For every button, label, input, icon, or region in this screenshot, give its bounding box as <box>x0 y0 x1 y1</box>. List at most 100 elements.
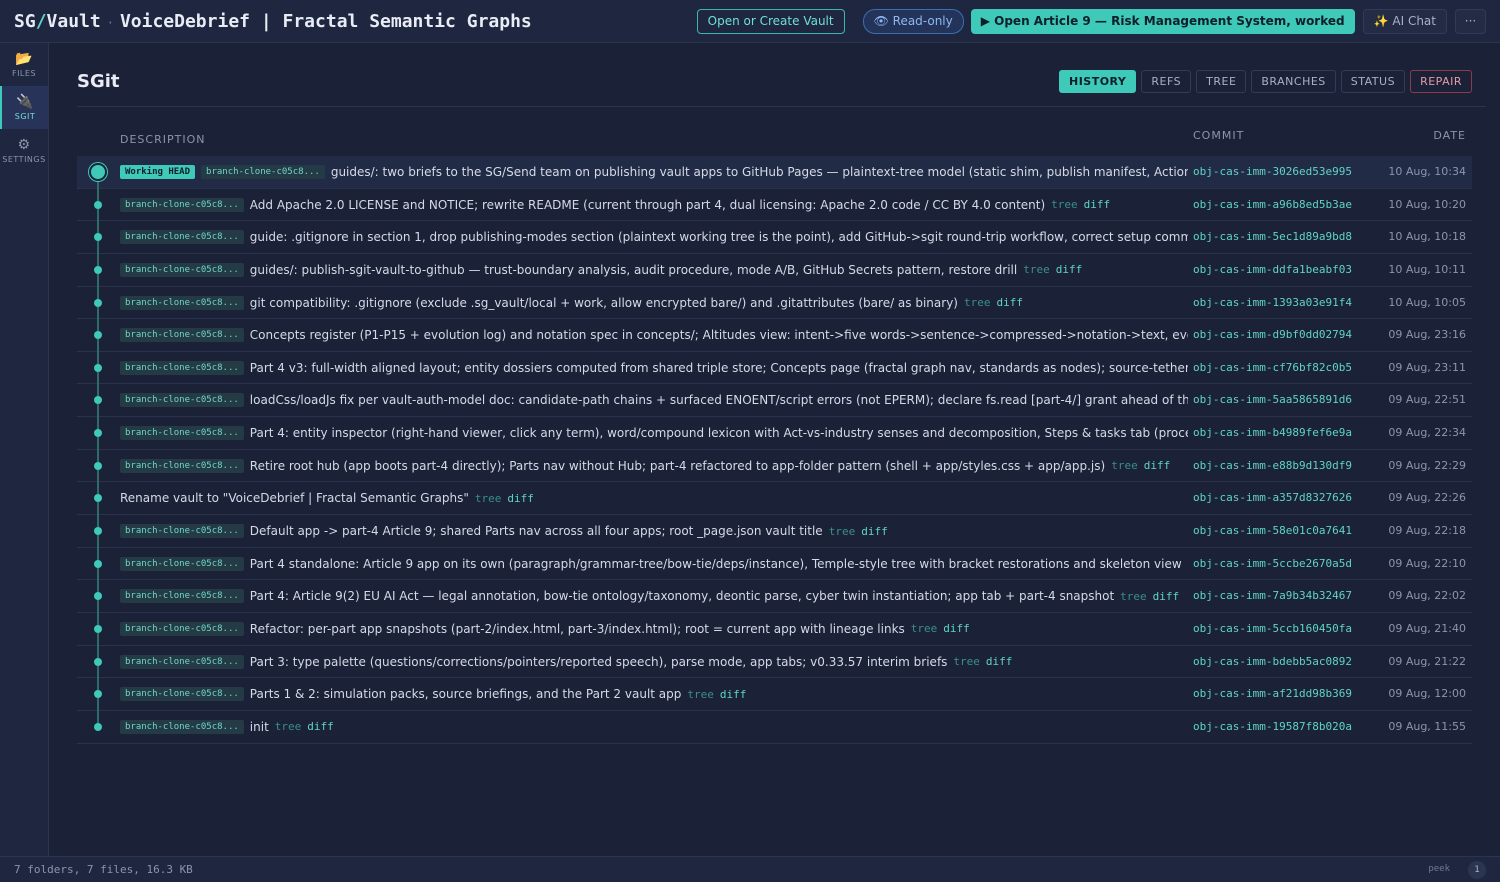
branch-badge[interactable]: branch-clone-c05c8... <box>120 654 244 669</box>
branch-badge[interactable]: branch-clone-c05c8... <box>120 719 244 734</box>
commit-date: 10 Aug, 10:11 <box>1388 262 1466 276</box>
tab-tree[interactable]: TREE <box>1196 70 1247 93</box>
tree-link[interactable]: tree <box>475 492 502 505</box>
commit-hash-link[interactable]: obj-cas-imm-3026ed53e995 <box>1193 165 1352 178</box>
peek-label[interactable]: peek <box>1428 864 1450 874</box>
tree-link[interactable]: tree <box>911 622 938 635</box>
branch-badge[interactable]: branch-clone-c05c8... <box>120 328 244 343</box>
sidebar-item-files[interactable]: 📂 FILES <box>0 43 48 86</box>
table-row[interactable]: branch-clone-c05c8... Parts 1 & 2: simula… <box>77 678 1472 712</box>
branch-badge[interactable]: branch-clone-c05c8... <box>120 458 244 473</box>
diff-link[interactable]: diff <box>986 655 1013 668</box>
table-row[interactable]: branch-clone-c05c8... loadCss/loadJs fix … <box>77 384 1472 418</box>
tree-link[interactable]: tree <box>1023 263 1050 276</box>
table-row[interactable]: Working HEAD branch-clone-c05c8... guides/… <box>77 156 1472 189</box>
notification-count-badge[interactable]: 1 <box>1468 861 1486 879</box>
table-row[interactable]: branch-clone-c05c8... Add Apache 2.0 LICE… <box>77 188 1472 222</box>
branch-badge[interactable]: branch-clone-c05c8... <box>120 426 244 441</box>
table-row[interactable]: branch-clone-c05c8... init tree diff obj-cas… <box>77 710 1472 744</box>
branch-badge[interactable]: branch-clone-c05c8... <box>120 556 244 571</box>
diff-link[interactable]: diff <box>307 720 334 733</box>
table-row[interactable]: branch-clone-c05c8... guides/: publish-sg… <box>77 253 1472 287</box>
more-menu-button[interactable]: ··· <box>1455 8 1486 34</box>
ai-chat-button[interactable]: ✨ AI Chat <box>1362 8 1447 34</box>
branch-badge[interactable]: branch-clone-c05c8... <box>120 360 244 375</box>
branch-badge[interactable]: branch-clone-c05c8... <box>120 524 244 539</box>
graph-line <box>97 437 99 451</box>
sidebar-item-label: SETTINGS <box>2 155 46 164</box>
sidebar-item-settings[interactable]: ⚙ SETTINGS <box>0 129 48 172</box>
diff-link[interactable]: diff <box>996 296 1023 309</box>
table-row[interactable]: branch-clone-c05c8... Part 4: Article 9(2… <box>77 580 1472 614</box>
branch-badge[interactable]: branch-clone-c05c8... <box>120 589 244 604</box>
diff-link[interactable]: diff <box>1153 590 1180 603</box>
table-row[interactable]: branch-clone-c05c8... Concepts register (… <box>77 319 1472 353</box>
table-row[interactable]: branch-clone-c05c8... Part 3: type palett… <box>77 645 1472 679</box>
tree-link[interactable]: tree <box>1051 198 1078 211</box>
tab-repair[interactable]: REPAIR <box>1410 70 1472 93</box>
commit-hash-link[interactable]: obj-cas-imm-b4989fef6e9a <box>1193 426 1352 439</box>
commit-hash-link[interactable]: obj-cas-imm-af21dd98b369 <box>1193 687 1352 700</box>
table-row[interactable]: branch-clone-c05c8... Default app -> part… <box>77 515 1472 549</box>
diff-link[interactable]: diff <box>507 492 534 505</box>
table-row[interactable]: branch-clone-c05c8... Part 4: entity insp… <box>77 417 1472 451</box>
commit-hash-link[interactable]: obj-cas-imm-19587f8b020a <box>1193 720 1352 733</box>
graph-line <box>97 600 99 614</box>
table-row[interactable]: Rename vault to "VoiceDebrief | Fractal … <box>77 482 1472 516</box>
tree-link[interactable]: tree <box>953 655 980 668</box>
branch-badge[interactable]: branch-clone-c05c8... <box>120 295 244 310</box>
open-create-vault-button[interactable]: Open or Create Vault <box>696 8 845 34</box>
tab-history[interactable]: HISTORY <box>1058 70 1137 93</box>
graph-line <box>97 482 99 495</box>
commit-hash-link[interactable]: obj-cas-imm-5ccb160450fa <box>1193 622 1352 635</box>
table-row[interactable]: branch-clone-c05c8... Refactor: per-part … <box>77 612 1472 646</box>
tree-link[interactable]: tree <box>964 296 991 309</box>
commit-hash-link[interactable]: obj-cas-imm-d9bf0dd02794 <box>1193 328 1352 341</box>
tab-refs[interactable]: REFS <box>1141 70 1192 93</box>
branch-badge[interactable]: branch-clone-c05c8... <box>120 262 244 277</box>
open-article-button[interactable]: ▶ Open Article 9 — Risk Management Syste… <box>970 8 1355 34</box>
commit-hash-link[interactable]: obj-cas-imm-bdebb5ac0892 <box>1193 655 1352 668</box>
commit-hash-link[interactable]: obj-cas-imm-a357d8327626 <box>1193 491 1352 504</box>
graph-line <box>97 645 99 658</box>
diff-link[interactable]: diff <box>943 622 970 635</box>
table-row[interactable]: branch-clone-c05c8... Part 4 v3: full-wid… <box>77 351 1472 385</box>
branch-badge[interactable]: branch-clone-c05c8... <box>120 621 244 636</box>
tab-status[interactable]: STATUS <box>1340 70 1406 93</box>
tree-link[interactable]: tree <box>829 525 856 538</box>
commit-hash-link[interactable]: obj-cas-imm-5aa5865891d6 <box>1193 393 1352 406</box>
graph-line <box>97 502 99 516</box>
branch-badge[interactable]: branch-clone-c05c8... <box>120 197 244 212</box>
commit-hash-link[interactable]: obj-cas-imm-cf76bf82c0b5 <box>1193 361 1352 374</box>
tree-link[interactable]: tree <box>1111 459 1138 472</box>
tree-link[interactable]: tree <box>275 720 302 733</box>
commit-hash-link[interactable]: obj-cas-imm-58e01c0a7641 <box>1193 524 1352 537</box>
commit-hash-link[interactable]: obj-cas-imm-e88b9d130df9 <box>1193 459 1352 472</box>
commit-hash-link[interactable]: obj-cas-imm-ddfa1beabf03 <box>1193 263 1352 276</box>
branch-badge[interactable]: branch-clone-c05c8... <box>201 165 325 179</box>
tree-link[interactable]: tree <box>687 688 714 701</box>
diff-link[interactable]: diff <box>1144 459 1171 472</box>
sidebar-item-sgit[interactable]: 🔌 SGIT <box>0 86 48 129</box>
table-row[interactable]: branch-clone-c05c8... guide: .gitignore i… <box>77 221 1472 255</box>
graph-line <box>97 547 99 560</box>
branch-badge[interactable]: branch-clone-c05c8... <box>120 393 244 408</box>
diff-link[interactable]: diff <box>720 688 747 701</box>
commit-hash-link[interactable]: obj-cas-imm-5ccbe2670a5d <box>1193 557 1352 570</box>
commit-hash-link[interactable]: obj-cas-imm-1393a03e91f4 <box>1193 296 1352 309</box>
branch-badge[interactable]: branch-clone-c05c8... <box>120 230 244 245</box>
diff-link[interactable]: diff <box>1084 198 1111 211</box>
tree-link[interactable]: tree <box>1120 590 1147 603</box>
table-row[interactable]: branch-clone-c05c8... Retire root hub (ap… <box>77 449 1472 483</box>
commit-hash-link[interactable]: obj-cas-imm-7a9b34b32467 <box>1193 589 1352 602</box>
commit-hash-link[interactable]: obj-cas-imm-5ec1d89a9bd8 <box>1193 230 1352 243</box>
read-only-badge-button[interactable]: 👁 Read-only <box>862 8 964 34</box>
tab-branches[interactable]: BRANCHES <box>1251 70 1336 93</box>
table-row[interactable]: branch-clone-c05c8... git compatibility: … <box>77 286 1472 320</box>
commit-hash-link[interactable]: obj-cas-imm-a96b8ed5b3ae <box>1193 198 1352 211</box>
table-row[interactable]: branch-clone-c05c8... Part 4 standalone: … <box>77 547 1472 581</box>
commit-node-icon <box>94 265 102 274</box>
diff-link[interactable]: diff <box>1056 263 1083 276</box>
branch-badge[interactable]: branch-clone-c05c8... <box>120 687 244 702</box>
diff-link[interactable]: diff <box>861 525 888 538</box>
